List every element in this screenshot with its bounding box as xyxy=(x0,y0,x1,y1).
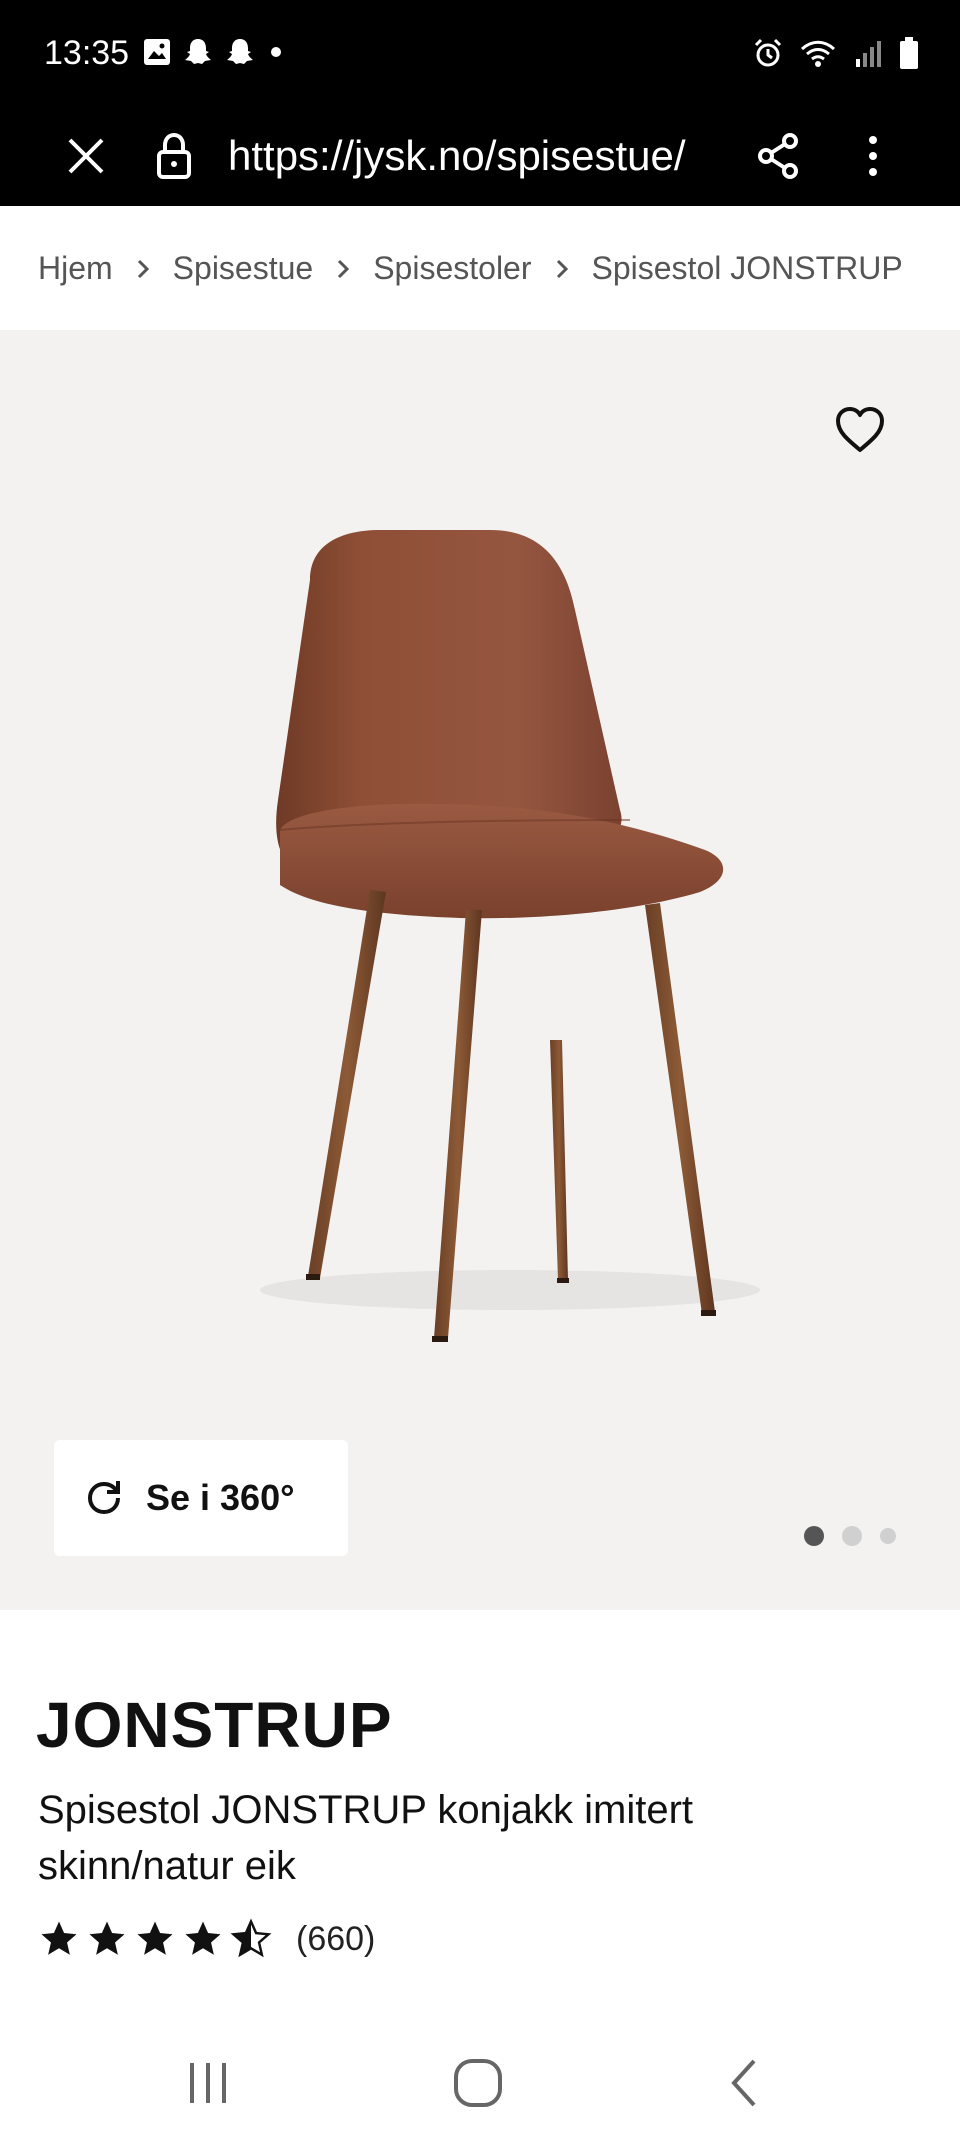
view-360-label: Se i 360° xyxy=(146,1477,295,1518)
carousel-indicator xyxy=(804,1526,896,1546)
status-bar: 13:35 xyxy=(0,0,960,106)
product-image-gallery[interactable]: Se i 360° xyxy=(0,330,960,1610)
carousel-dot[interactable] xyxy=(880,1528,896,1544)
share-icon[interactable] xyxy=(748,128,808,184)
recent-apps-button[interactable] xyxy=(168,2048,248,2118)
home-icon xyxy=(454,2059,502,2107)
star-full-icon xyxy=(137,1921,173,1955)
product-info: JONSTRUP Spisestol JONSTRUP konjakk imit… xyxy=(0,1610,960,2030)
star-full-icon xyxy=(41,1921,77,1955)
signal-icon xyxy=(856,41,881,67)
snapchat-icon xyxy=(185,39,211,64)
back-icon xyxy=(731,2059,756,2107)
breadcrumb-item-hjem[interactable]: Hjem xyxy=(38,250,113,287)
wifi-icon xyxy=(800,40,836,67)
rotate-icon xyxy=(87,1481,120,1515)
dot-icon xyxy=(271,47,281,57)
home-button[interactable] xyxy=(438,2048,518,2118)
heart-icon[interactable] xyxy=(832,402,888,458)
product-subtitle: Spisestol JONSTRUP konjakk imitert skinn… xyxy=(38,1788,693,1888)
chevron-right-icon xyxy=(135,258,151,280)
product-title: JONSTRUP xyxy=(36,1689,393,1761)
carousel-dot[interactable] xyxy=(842,1526,862,1546)
breadcrumb-item-spisestoler[interactable]: Spisestoler xyxy=(373,250,531,287)
chevron-right-icon xyxy=(335,258,351,280)
browser-url-bar: https://jysk.no/spisestue/ xyxy=(0,106,960,206)
chevron-right-icon xyxy=(554,258,570,280)
snapchat-icon xyxy=(227,39,253,64)
breadcrumb-item-spisestue[interactable]: Spisestue xyxy=(173,250,314,287)
battery-icon xyxy=(900,37,918,69)
breadcrumb-item-current[interactable]: Spisestol JONSTRUP xyxy=(592,250,903,287)
url-text[interactable]: https://jysk.no/spisestue/ xyxy=(228,128,716,184)
recent-apps-icon xyxy=(190,2063,226,2103)
product-rating[interactable]: (660) xyxy=(38,1918,375,1960)
star-full-icon xyxy=(89,1921,125,1955)
star-half-icon xyxy=(230,1918,272,1958)
close-icon[interactable] xyxy=(58,128,114,184)
lock-icon[interactable] xyxy=(146,128,202,184)
breadcrumb: Hjem Spisestue Spisestoler Spisestol JON… xyxy=(0,206,960,330)
more-icon[interactable] xyxy=(848,128,898,184)
carousel-dot[interactable] xyxy=(804,1526,824,1546)
back-button[interactable] xyxy=(704,2048,784,2118)
system-nav-bar xyxy=(0,2030,960,2133)
star-full-icon xyxy=(185,1921,221,1955)
gallery-icon xyxy=(144,39,170,65)
status-time: 13:35 xyxy=(44,34,130,72)
rating-stars xyxy=(38,1918,272,1960)
product-image xyxy=(260,530,760,1342)
view-360-button[interactable]: Se i 360° xyxy=(54,1440,348,1556)
review-count[interactable]: (660) xyxy=(296,1920,375,1959)
alarm-icon xyxy=(754,38,782,67)
